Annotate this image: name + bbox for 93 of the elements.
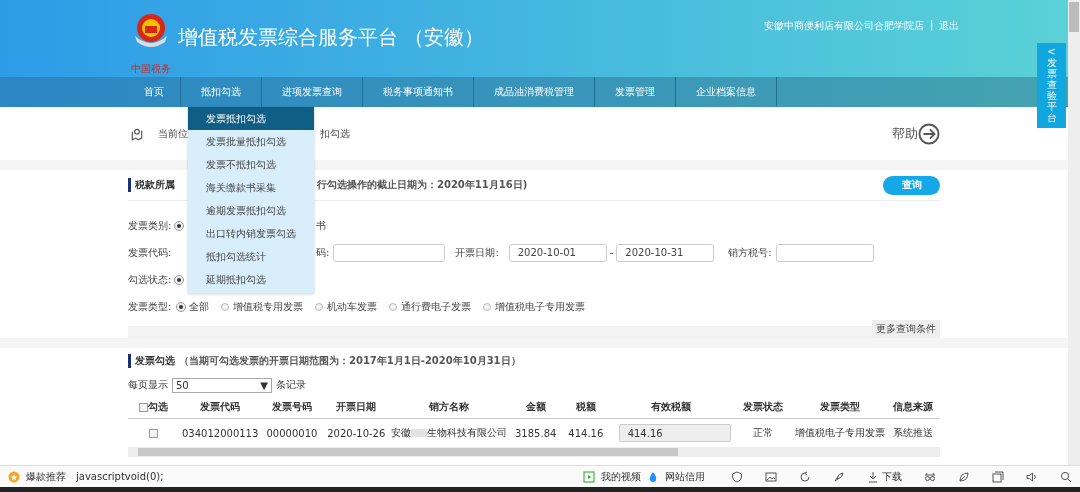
column-header: 勾选 bbox=[128, 396, 180, 419]
table-cell: 034012000113 bbox=[180, 418, 261, 447]
field-label: 发票类型: bbox=[128, 299, 172, 314]
download-link[interactable]: 下载 bbox=[882, 469, 902, 484]
tax-input-field[interactable]: 414.16 bbox=[618, 424, 731, 442]
date-field[interactable]: 2020-10-31 bbox=[616, 243, 715, 262]
column-header: 有效税额 bbox=[609, 396, 733, 419]
field-label: 发票类别: bbox=[128, 218, 172, 233]
radio-button[interactable] bbox=[221, 302, 230, 311]
breadcrumb-text: 扣勾选 bbox=[320, 126, 350, 141]
column-header: 税额 bbox=[562, 396, 610, 419]
section-title: 税款所属 bbox=[135, 179, 175, 190]
checkbox[interactable] bbox=[149, 429, 159, 438]
nav-tab[interactable]: 税务事项通知书 bbox=[363, 77, 474, 107]
menu-item[interactable]: 逾期发票抵扣勾选 bbox=[188, 199, 314, 222]
option-label: 机动车发票 bbox=[327, 299, 378, 314]
option-label: 增值税专用发票 bbox=[233, 299, 304, 314]
credit-link[interactable]: 网站信用 bbox=[665, 469, 705, 484]
field-label: 开票日期: bbox=[455, 245, 499, 260]
drop-icon[interactable] bbox=[647, 470, 659, 483]
menu-item[interactable]: 发票抵扣勾选 bbox=[188, 107, 314, 130]
glasses-icon[interactable] bbox=[924, 470, 936, 483]
input-field[interactable] bbox=[775, 243, 874, 262]
date-range-note: （当期可勾选发票的开票日期范围为：2017年1月1日-2020年10月31日） bbox=[179, 354, 521, 368]
speaker-icon[interactable] bbox=[1026, 470, 1038, 483]
horizontal-scrollbar[interactable] bbox=[128, 447, 940, 457]
nav-tab[interactable]: 首页 bbox=[128, 77, 181, 107]
more-filters-link[interactable]: 更多查询条件 bbox=[872, 320, 940, 338]
field-label: 发票代码: bbox=[128, 245, 172, 260]
menu-item[interactable]: 发票不抵扣勾选 bbox=[188, 153, 314, 176]
vertical-scrollbar[interactable] bbox=[1068, 0, 1080, 465]
per-page-label: 每页显示 bbox=[128, 378, 168, 392]
shield-icon[interactable] bbox=[731, 470, 743, 483]
radio-button[interactable] bbox=[315, 302, 324, 311]
table-cell: 2020-10-26 bbox=[323, 418, 390, 447]
column-header: 开票日期 bbox=[323, 396, 390, 419]
column-header: 发票状态 bbox=[732, 396, 793, 419]
option-label: 通行费电子发票 bbox=[401, 299, 472, 314]
breadcrumb-text: 当前位 bbox=[158, 126, 188, 141]
star-badge-icon[interactable] bbox=[8, 470, 20, 483]
date-separator: - bbox=[609, 247, 614, 258]
field-label: 码: bbox=[316, 245, 330, 260]
download-icon[interactable] bbox=[867, 470, 879, 483]
menu-item[interactable]: 延期抵扣勾选 bbox=[188, 268, 314, 291]
table-cell: 安徽 bbox=[391, 427, 412, 438]
menu-item[interactable]: 出口转内销发票勾选 bbox=[188, 222, 314, 245]
deadline-note: 行勾选操作的截止日期为：2020年11月16日) bbox=[317, 178, 528, 192]
arrow-circle-icon[interactable] bbox=[918, 122, 940, 145]
video-link[interactable]: 我的视频 bbox=[601, 469, 641, 484]
menu-item[interactable]: 抵扣勾选统计 bbox=[188, 245, 314, 268]
per-page-unit: 条记录 bbox=[276, 378, 306, 392]
table-cell: 系统推送 bbox=[886, 418, 940, 447]
menu-item[interactable]: 发票批量抵扣勾选 bbox=[188, 130, 314, 153]
search-icon[interactable] bbox=[1060, 470, 1072, 483]
table-cell: 生物科技有限公司 bbox=[427, 427, 508, 438]
logo-caption: 中国税务 bbox=[131, 62, 171, 76]
column-header: 发票类型 bbox=[792, 396, 887, 419]
help-link[interactable]: 帮助 bbox=[892, 124, 918, 143]
table-cell: 正常 bbox=[732, 418, 793, 447]
field-label: 勾选状态: bbox=[128, 272, 172, 287]
play-icon[interactable] bbox=[583, 470, 595, 483]
table-cell: 3185.84 bbox=[509, 418, 563, 447]
menu-item[interactable]: 海关缴款书采集 bbox=[188, 176, 314, 199]
field-label: 销方税号: bbox=[728, 245, 772, 260]
checkbox[interactable] bbox=[139, 402, 149, 412]
window-icon[interactable] bbox=[992, 470, 1004, 483]
column-header: 发票代码 bbox=[180, 396, 261, 419]
table-cell: 增值税电子专用发票 bbox=[792, 418, 887, 447]
radio-button[interactable] bbox=[389, 302, 398, 311]
redaction-block bbox=[411, 429, 428, 437]
promo-link[interactable]: 爆款推荐 bbox=[26, 469, 66, 484]
status-url: javascriptvoid(0); bbox=[76, 471, 164, 482]
table-cell: 414.16 bbox=[562, 418, 610, 447]
image-icon[interactable] bbox=[765, 470, 777, 483]
date-field[interactable]: 2020-10-01 bbox=[508, 243, 607, 262]
separator: | bbox=[930, 19, 934, 33]
column-header: 销方名称 bbox=[389, 396, 510, 419]
option-label: 书 bbox=[316, 218, 326, 233]
company-name: 安徽中商便利店有限公司合肥学院店 bbox=[764, 19, 924, 33]
option-label: 全部 bbox=[189, 299, 210, 314]
column-header: 金额 bbox=[509, 396, 563, 419]
radio-button[interactable] bbox=[483, 302, 492, 311]
map-pin-icon bbox=[130, 126, 144, 141]
table-cell: 00000010 bbox=[260, 418, 324, 447]
option-label: 增值税电子专用发票 bbox=[495, 299, 586, 314]
input-field[interactable] bbox=[333, 243, 446, 262]
page-size-select[interactable]: 50 ▼ bbox=[172, 377, 272, 393]
column-header: 发票号码 bbox=[260, 396, 324, 419]
leaf-icon[interactable] bbox=[958, 470, 970, 483]
refresh-icon[interactable] bbox=[799, 470, 811, 483]
site-title: 增值税发票综合服务平台 （安徽） bbox=[178, 24, 485, 51]
column-header: 信息来源 bbox=[886, 396, 940, 419]
section-title: 发票勾选 bbox=[135, 354, 175, 368]
